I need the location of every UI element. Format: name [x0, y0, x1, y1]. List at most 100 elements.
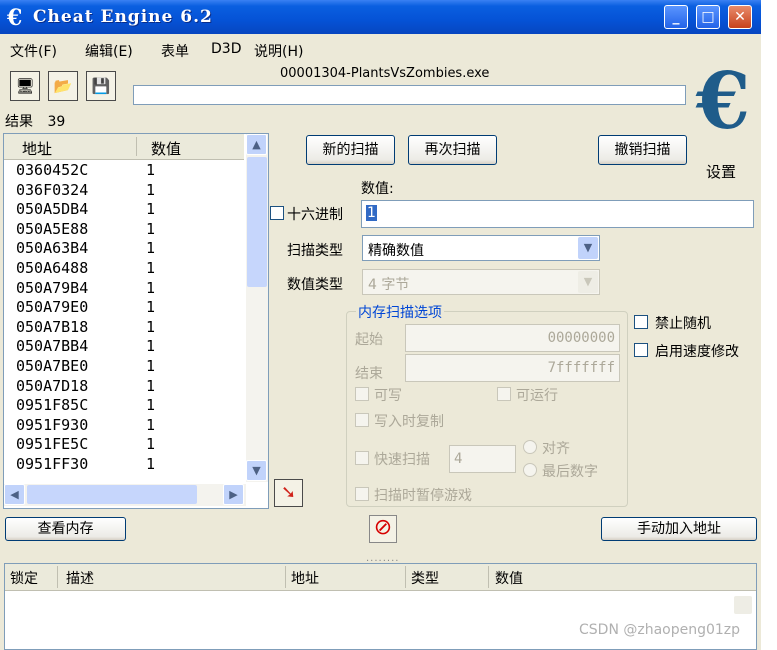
next-scan-button[interactable]: 再次扫描 [408, 135, 497, 165]
address-row[interactable]: 050A79B4 1 [4, 279, 244, 299]
row-value: 1 [146, 415, 156, 434]
stop-address-value: 7fffffff [547, 360, 615, 376]
address-row[interactable]: 0951F930 1 [4, 416, 244, 436]
add-address-manually-button[interactable]: 手动加入地址 [601, 517, 757, 541]
row-address: 050A79B4 [16, 278, 89, 297]
maximize-button[interactable]: □ [696, 5, 720, 29]
address-row[interactable]: 0951F85C 1 [4, 396, 244, 416]
result-label: 结果 [5, 114, 33, 130]
menu-edit[interactable]: 编辑(E) [85, 41, 133, 61]
menu-bar: 文件(F) 编辑(E) 表单 D3D 说明(H) [0, 36, 761, 62]
address-row[interactable]: 050A5E88 1 [4, 220, 244, 240]
row-address: 050A7BE0 [16, 356, 89, 375]
address-row[interactable]: 0951FE5C 1 [4, 435, 244, 455]
row-value: 1 [146, 258, 156, 277]
column-frozen[interactable]: 锁定 [10, 568, 38, 588]
result-count: 结果 39 [5, 111, 65, 131]
pause-game-checkbox[interactable] [355, 487, 369, 501]
close-button[interactable]: ✕ [728, 5, 752, 29]
last-digits-label: 最后数字 [542, 464, 598, 480]
add-to-list-button[interactable]: ➘ [274, 479, 303, 507]
cheat-engine-window: € Cheat Engine 6.2 _ □ ✕ 文件(F) 编辑(E) 表单 … [0, 0, 761, 650]
copy-on-write-checkbox[interactable] [355, 413, 369, 427]
hex-checkbox[interactable] [270, 206, 284, 220]
address-row[interactable]: 050A63B4 1 [4, 239, 244, 259]
row-value: 1 [146, 278, 156, 297]
menu-help[interactable]: 说明(H) [254, 41, 303, 61]
row-address: 0951FF30 [16, 454, 89, 473]
column-description[interactable]: 描述 [66, 568, 94, 588]
view-memory-button[interactable]: 查看内存 [5, 517, 126, 541]
disable-random-checkbox[interactable] [634, 315, 648, 329]
row-address: 050A7BB4 [16, 337, 89, 356]
scan-value-input[interactable]: 1 [361, 200, 754, 228]
row-address: 050A5DB4 [16, 200, 89, 219]
address-row[interactable]: 050A7D18 1 [4, 377, 244, 397]
cheat-engine-logo-icon: € [7, 5, 23, 31]
executable-checkbox[interactable] [497, 387, 511, 401]
address-row[interactable]: 050A5DB4 1 [4, 200, 244, 220]
horizontal-scrollbar[interactable]: ◀ ▶ [4, 484, 246, 506]
fast-scan-alignment-input[interactable]: 4 [449, 445, 516, 473]
scroll-left-button[interactable]: ◀ [4, 484, 25, 505]
align-radio[interactable] [523, 440, 537, 454]
fast-scan-checkbox[interactable] [355, 451, 369, 465]
address-row[interactable]: 0951FF30 1 [4, 455, 244, 475]
column-address[interactable]: 地址 [291, 568, 319, 588]
open-file-button[interactable]: 📂 [48, 71, 78, 101]
vertical-scrollbar[interactable]: ▲ ▼ [246, 134, 268, 482]
value-type-value: 4 字节 [368, 277, 410, 293]
stop-address-input[interactable]: 7fffffff [405, 354, 620, 382]
last-digits-radio[interactable] [523, 463, 537, 477]
address-row[interactable]: 0360452C 1 [4, 161, 244, 181]
scroll-up-button[interactable]: ▲ [246, 134, 267, 155]
scan-type-select[interactable]: 精确数值 ▼ [362, 235, 600, 261]
horizontal-scroll-thumb[interactable] [27, 485, 197, 504]
start-address-value: 00000000 [547, 330, 615, 346]
vertical-scroll-thumb[interactable] [247, 157, 267, 287]
address-row[interactable]: 050A7BB4 1 [4, 337, 244, 357]
scroll-down-button[interactable]: ▼ [246, 460, 267, 481]
select-process-button[interactable]: 🖥 [10, 71, 40, 101]
title-bar: € Cheat Engine 6.2 _ □ ✕ [0, 0, 761, 34]
start-address-input[interactable]: 00000000 [405, 324, 620, 352]
row-value: 1 [146, 356, 156, 375]
speedhack-checkbox[interactable] [634, 343, 648, 357]
address-row[interactable]: 036F0324 1 [4, 181, 244, 201]
column-value[interactable]: 数值 [495, 568, 523, 588]
settings-label[interactable]: 设置 [706, 161, 736, 182]
menu-d3d[interactable]: D3D [211, 41, 241, 57]
row-address: 050A5E88 [16, 219, 89, 238]
writable-checkbox[interactable] [355, 387, 369, 401]
scan-type-label: 扫描类型 [287, 243, 343, 259]
address-row[interactable]: 050A6488 1 [4, 259, 244, 279]
chevron-left-icon: ◀ [10, 488, 19, 501]
save-file-button[interactable]: 💾 [86, 71, 116, 101]
watermark: CSDN @zhaopeng01zp [579, 622, 741, 638]
memory-scan-options-title: 内存扫描选项 [356, 302, 444, 322]
address-row[interactable]: 050A7BE0 1 [4, 357, 244, 377]
undo-scan-button[interactable]: 撤销扫描 [598, 135, 687, 165]
scroll-right-button[interactable]: ▶ [223, 484, 244, 505]
row-value: 1 [146, 298, 156, 317]
stop-icon[interactable]: ⊘ [369, 515, 397, 543]
cheat-engine-settings-logo-icon[interactable]: € [688, 62, 758, 142]
address-row[interactable]: 050A79E0 1 [4, 298, 244, 318]
address-row[interactable]: 050A7B18 1 [4, 318, 244, 338]
window-title: Cheat Engine 6.2 [33, 7, 213, 27]
column-address[interactable]: 地址 [22, 138, 52, 159]
cheat-table-scroll-up-button[interactable] [734, 596, 752, 614]
value-type-select[interactable]: 4 字节 ▼ [362, 269, 600, 295]
writable-label: 可写 [374, 388, 402, 404]
minimize-button[interactable]: _ [664, 5, 688, 29]
new-scan-button[interactable]: 新的扫描 [306, 135, 395, 165]
found-address-list[interactable]: 地址 数值 0360452C 1 036F0324 1 050A5DB4 1 050A5E8… [3, 133, 269, 509]
column-value[interactable]: 数值 [151, 138, 181, 159]
column-type[interactable]: 类型 [411, 568, 439, 588]
menu-table[interactable]: 表单 [161, 41, 189, 61]
address-list-header: 地址 数值 [4, 134, 244, 160]
result-count-value: 39 [47, 114, 66, 130]
row-value: 1 [146, 161, 156, 179]
row-value: 1 [146, 239, 156, 258]
menu-file[interactable]: 文件(F) [10, 41, 57, 61]
